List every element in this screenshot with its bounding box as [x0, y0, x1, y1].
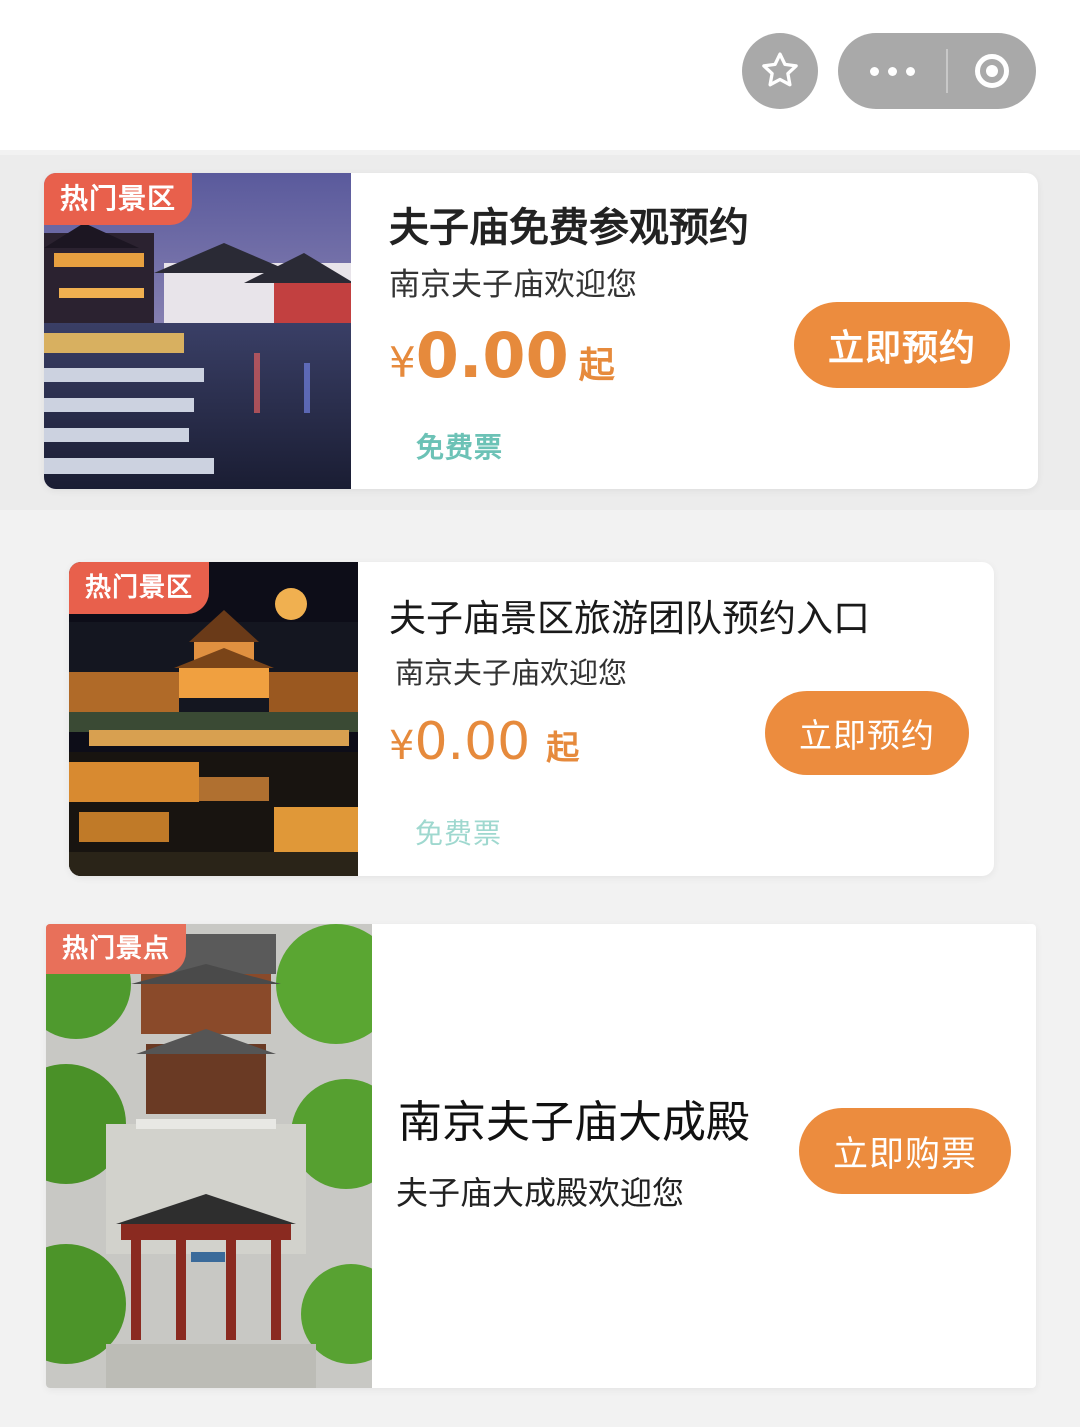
- ticket-type-label: 免费票: [415, 817, 503, 850]
- reserve-button[interactable]: 立即预约: [765, 691, 969, 775]
- more-dot: [887, 66, 897, 76]
- attraction-subtitle: 夫子庙大成殿欢迎您: [396, 1174, 685, 1212]
- tag-label: 热门景区: [69, 562, 210, 614]
- attraction-title: 夫子庙景区旅游团队预约入口: [389, 597, 870, 640]
- menu-capsule: [838, 33, 1036, 109]
- more-button[interactable]: [838, 33, 946, 109]
- attraction-title: 夫子庙免费参观预约: [389, 205, 749, 251]
- more-dots-icon: [869, 66, 879, 76]
- currency-symbol: ¥: [389, 723, 415, 769]
- star-icon: [762, 52, 798, 87]
- reserve-button[interactable]: 立即预约: [794, 302, 1010, 388]
- attraction-card[interactable]: 热门景点 南京夫子庙大成殿 夫子庙大成殿欢迎您 立即购票: [46, 924, 1036, 1388]
- price: ¥0.00 起: [389, 712, 579, 772]
- tag-label: 热门景点: [46, 924, 187, 974]
- tag-label: 热门景区: [44, 173, 193, 225]
- attraction-card[interactable]: 热门景区 夫子庙免费参观预约 南京夫子庙欢迎您 ¥0.00 起 免费票 立即预约: [44, 173, 1038, 489]
- attraction-card[interactable]: 热门景区 夫子庙景区旅游团队预约入口 南京夫子庙欢迎您 ¥0.00 起 免费票 立…: [69, 562, 994, 876]
- attraction-subtitle: 南京夫子庙欢迎您: [395, 656, 628, 690]
- price-suffix: 起: [546, 728, 580, 767]
- price-suffix: 起: [578, 345, 615, 386]
- attraction-image: [46, 924, 372, 1388]
- target-circle-icon: [975, 54, 1009, 88]
- ring-dot: [986, 65, 998, 77]
- buy-ticket-button[interactable]: 立即购票: [799, 1108, 1011, 1194]
- price-value: 0.00: [415, 319, 569, 392]
- price-value: 0.00: [414, 712, 531, 772]
- more-dot: [905, 66, 915, 76]
- favorite-button[interactable]: [742, 33, 818, 109]
- attraction-title: 南京夫子庙大成殿: [398, 1097, 750, 1148]
- ticket-type-label: 免费票: [416, 431, 504, 464]
- attraction-subtitle: 南京夫子庙欢迎您: [389, 267, 637, 303]
- top-bar: [0, 0, 1080, 150]
- currency-symbol: ¥: [389, 338, 416, 387]
- price: ¥0.00 起: [389, 319, 615, 392]
- close-button[interactable]: [948, 33, 1036, 109]
